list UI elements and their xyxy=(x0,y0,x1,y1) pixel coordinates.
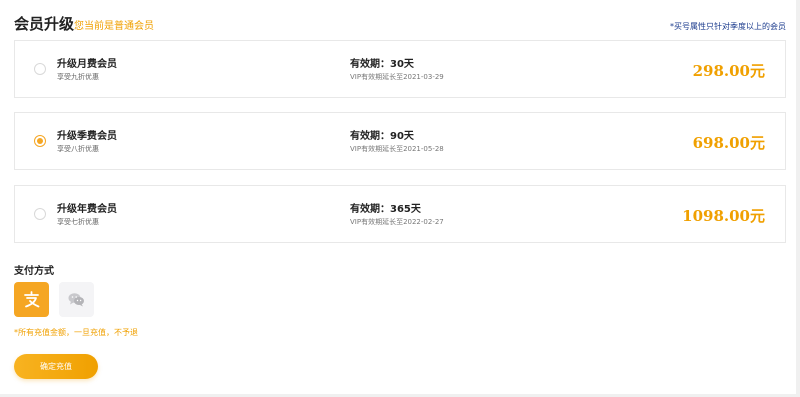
wechat-pay-button[interactable] xyxy=(59,282,94,317)
plan-option-quarterly[interactable]: 升级季费会员 享受八折优惠 有效期：90天 VIP有效期延长至2021-05-2… xyxy=(14,112,786,170)
page-title: 会员升级 xyxy=(14,15,75,33)
plan-expiry: VIP有效期延长至2022-02-27 xyxy=(350,218,444,226)
plan-discount: 享受七折优惠 xyxy=(57,218,99,226)
plan-option-monthly[interactable]: 升级月费会员 享受九折优惠 有效期：30天 VIP有效期延长至2021-03-2… xyxy=(14,40,786,98)
plan-option-yearly[interactable]: 升级年费会员 享受七折优惠 有效期：365天 VIP有效期延长至2022-02-… xyxy=(14,185,786,243)
plan-validity: 有效期：90天 xyxy=(350,131,414,142)
plan-expiry: VIP有效期延长至2021-05-28 xyxy=(350,145,444,153)
plan-name: 升级年费会员 xyxy=(57,204,117,215)
confirm-recharge-button[interactable]: 确定充值 xyxy=(14,354,98,379)
membership-note: *买号属性只针对季度以上的会员 xyxy=(670,22,786,31)
plan-name: 升级季费会员 xyxy=(57,131,117,142)
plan-price: 298.00元 xyxy=(692,62,765,80)
plan-radio-monthly[interactable] xyxy=(34,63,46,75)
alipay-icon xyxy=(24,291,40,308)
wechat-icon xyxy=(68,293,84,307)
plan-name: 升级月费会员 xyxy=(57,59,117,70)
plan-radio-quarterly[interactable] xyxy=(34,135,46,147)
plan-discount: 享受九折优惠 xyxy=(57,73,99,81)
plan-expiry: VIP有效期延长至2021-03-29 xyxy=(350,73,444,81)
recharge-warning: *所有充值金额，一旦充值，不予退 xyxy=(14,328,138,337)
plan-validity: 有效期：30天 xyxy=(350,59,414,70)
current-membership-label: 您当前是普通会员 xyxy=(74,21,154,32)
plan-price: 698.00元 xyxy=(692,134,765,152)
plan-price: 1098.00元 xyxy=(682,207,765,225)
plan-discount: 享受八折优惠 xyxy=(57,145,99,153)
page-edge-right xyxy=(796,0,800,397)
plan-validity: 有效期：365天 xyxy=(350,204,421,215)
alipay-button[interactable] xyxy=(14,282,49,317)
payment-method-title: 支付方式 xyxy=(14,266,54,277)
plan-radio-yearly[interactable] xyxy=(34,208,46,220)
